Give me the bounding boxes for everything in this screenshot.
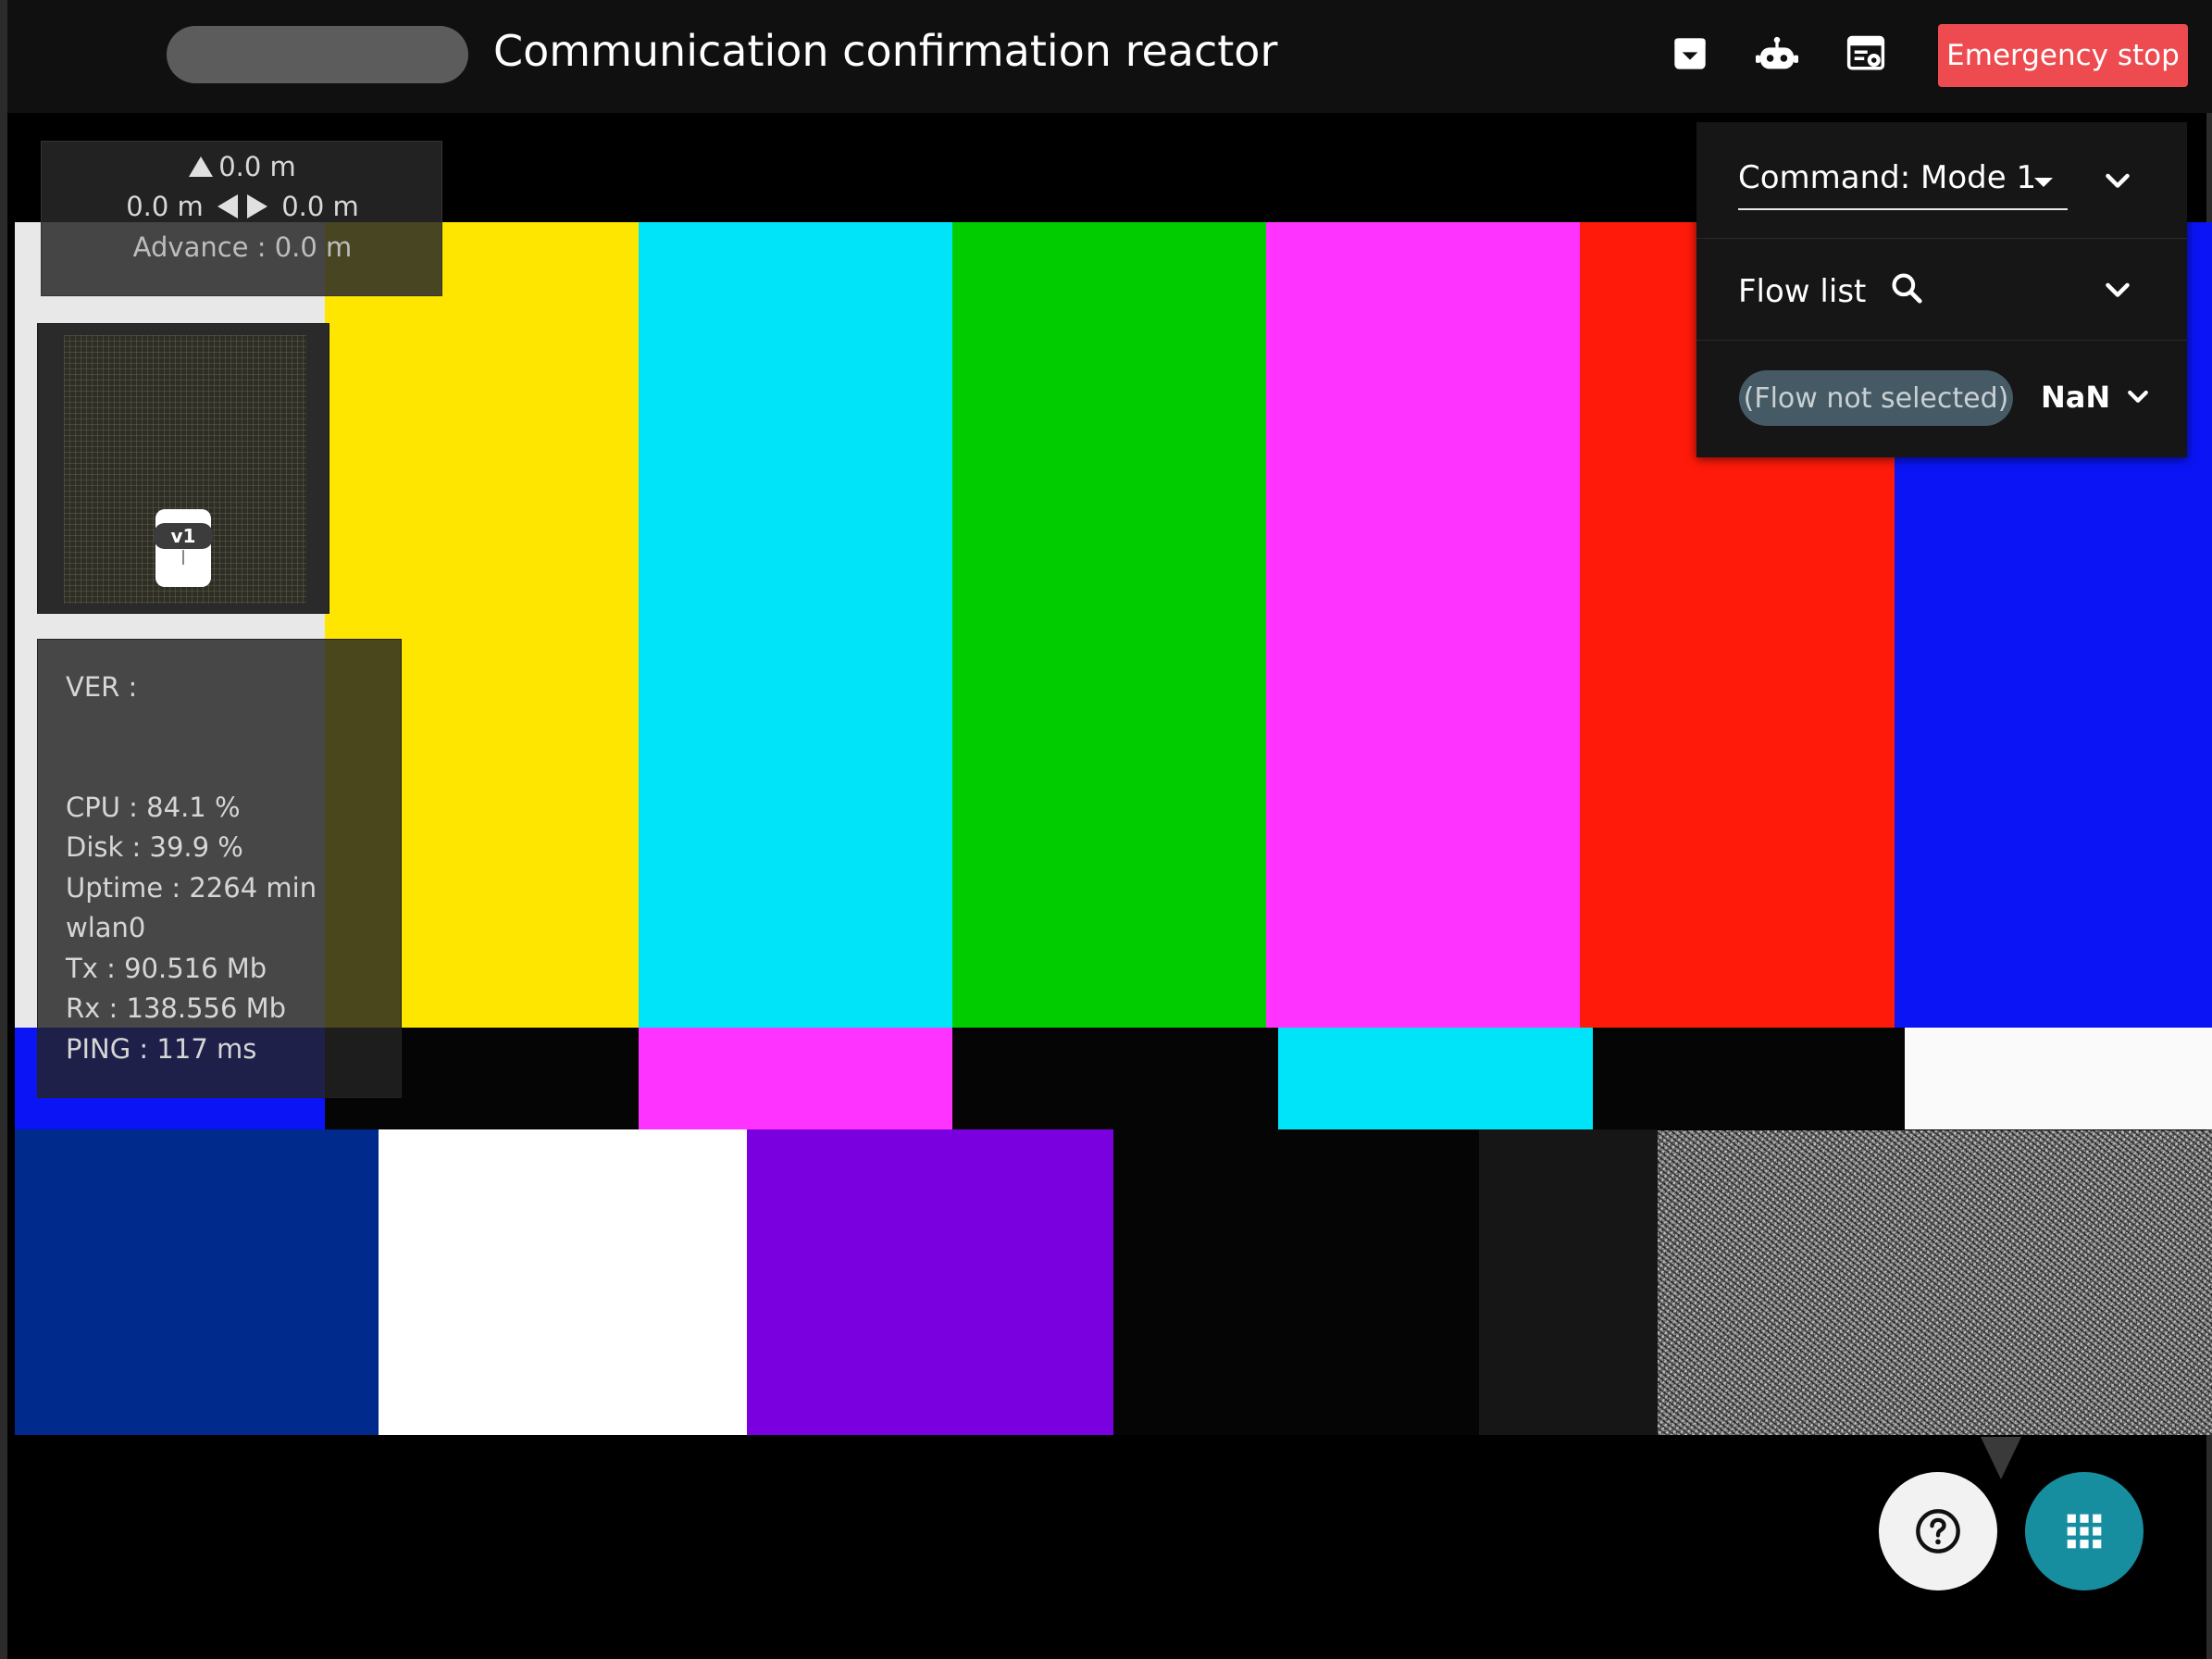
strip-black-3: [1593, 1028, 1905, 1129]
block-black: [1113, 1129, 1479, 1435]
block-darkgray: [1479, 1129, 1658, 1435]
command-select[interactable]: Command: Mode 1: [1738, 159, 2068, 210]
advance-readout: Advance : 0.0 m: [132, 231, 353, 263]
caret-down-icon: [2034, 178, 2053, 187]
emergency-stop-button[interactable]: Emergency stop: [1938, 24, 2188, 87]
robot-icon[interactable]: [1751, 28, 1803, 80]
flow-selection-chip[interactable]: (Flow not selected): [1739, 370, 2013, 426]
grid-icon: [2067, 1514, 2102, 1549]
browser-settings-icon[interactable]: [1840, 28, 1892, 80]
arrow-left-icon: [217, 194, 238, 218]
apps-menu-button[interactable]: [2025, 1472, 2144, 1590]
strip-cyan: [1278, 1028, 1593, 1129]
arrow-up-icon: [189, 156, 214, 177]
uptime-text: Uptime : 2264 min: [66, 872, 317, 904]
help-circle-icon: [1916, 1509, 1960, 1553]
disk-text: Disk : 39.9 %: [66, 831, 243, 863]
test-bar-green: [952, 222, 1266, 1028]
strip-white: [1905, 1028, 2212, 1129]
version-text: VER :: [66, 671, 138, 703]
strip-magenta: [639, 1028, 952, 1129]
arrow-right-icon: [247, 194, 267, 218]
chevron-down-icon: [2128, 390, 2149, 403]
cpu-text: CPU : 84.1 %: [66, 792, 241, 823]
test-bar-magenta: [1266, 222, 1580, 1028]
page-title: Communication confirmation reactor: [493, 26, 1278, 76]
flow-value-select[interactable]: NaN: [2041, 380, 2152, 415]
tx-text: Tx : 90.516 Mb: [66, 953, 267, 984]
top-bar: Communication confirmation reactor Emerg…: [7, 0, 2212, 113]
command-row: Command: Mode 1: [1696, 122, 2187, 239]
app-window: Communication confirmation reactor Emerg…: [0, 0, 2212, 1659]
chevron-down-icon[interactable]: [2101, 165, 2134, 198]
robot-name-pill[interactable]: [167, 26, 468, 83]
forward-readout: 0.0 m: [42, 151, 443, 182]
ping-text: PING : 117 ms: [66, 1033, 257, 1065]
static-noise-block: [1658, 1130, 2212, 1435]
rx-text: Rx : 138.556 Mb: [66, 992, 287, 1024]
control-panel: Command: Mode 1 Flow list (Flow not sele…: [1696, 122, 2187, 457]
help-button[interactable]: [1879, 1472, 1997, 1590]
interface-text: wlan0: [66, 912, 146, 943]
menu-pointer: [1981, 1437, 2021, 1479]
position-readout-panel: 0.0 m 0.0 m 0.0 m Advance : 0.0 m: [41, 141, 442, 296]
strip-black-2: [952, 1028, 1278, 1129]
robot-marker-heading: [182, 550, 184, 565]
block-white: [379, 1129, 747, 1435]
test-bar-cyan: [639, 222, 952, 1028]
chevron-down-icon[interactable]: [2101, 274, 2134, 307]
robot-marker-label: v1: [154, 523, 213, 549]
archive-icon[interactable]: [1664, 28, 1716, 80]
flow-list-label: Flow list: [1738, 270, 1924, 310]
system-status-panel: VER : CPU : 84.1 % Disk : 39.9 % Uptime …: [37, 639, 402, 1098]
lateral-readout: 0.0 m 0.0 m: [126, 191, 359, 222]
block-navy: [15, 1129, 379, 1435]
block-purple: [747, 1129, 1113, 1435]
robot-marker[interactable]: v1: [154, 509, 213, 587]
search-icon[interactable]: [1889, 270, 1924, 306]
